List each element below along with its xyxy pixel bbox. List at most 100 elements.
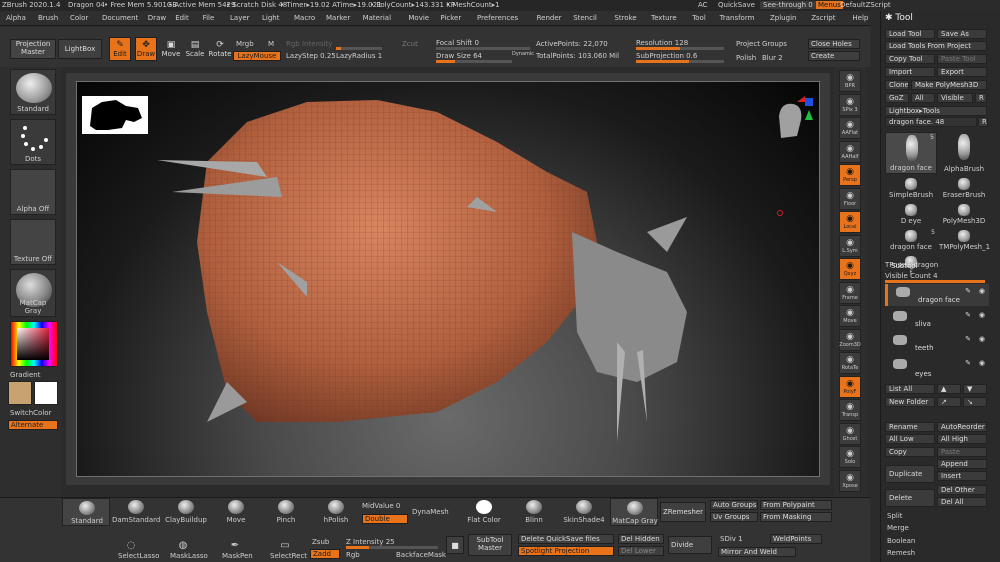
mrgb-button[interactable]: Mrgb — [236, 40, 254, 48]
material-2-button[interactable]: SkinShade4 — [560, 498, 608, 526]
menu-marker[interactable]: Marker — [326, 14, 350, 22]
goz-button[interactable]: GoZ — [885, 93, 909, 103]
remesh-section[interactable]: Remesh — [887, 549, 915, 557]
zcut-toggle[interactable]: Zcut — [402, 40, 418, 48]
shelf-persp-button[interactable]: ◉ Persp — [839, 164, 861, 186]
groups-button[interactable]: Groups — [762, 40, 787, 48]
alpha-picker[interactable]: Alpha Off — [10, 169, 56, 215]
eye-icon[interactable]: ◉ — [979, 311, 985, 319]
default-zscript-button[interactable]: DefaultZScript — [840, 1, 891, 9]
scale-button[interactable]: ▤ Scale — [184, 37, 206, 61]
brush-move-button[interactable]: Move — [212, 498, 260, 526]
menu-layer[interactable]: Layer — [230, 14, 250, 22]
copy-tool-button[interactable]: Copy Tool — [885, 54, 935, 64]
move-down-folder-button[interactable]: ↘ — [963, 397, 987, 407]
subtool-row[interactable]: sliva ◉ ✎ — [885, 308, 989, 330]
color-picker[interactable] — [10, 321, 58, 367]
menu-render[interactable]: Render — [537, 14, 562, 22]
menu-transform[interactable]: Transform — [720, 14, 755, 22]
paste-tool-button[interactable]: Paste Tool — [937, 54, 987, 64]
menu-stroke[interactable]: Stroke — [614, 14, 636, 22]
projection-master-button[interactable]: Projection Master — [10, 39, 56, 59]
menu-edit[interactable]: Edit — [175, 14, 189, 22]
orientation-gizmo-icon[interactable] — [767, 96, 817, 156]
shelf-zoom3d-button[interactable]: ◉ Zoom3D — [839, 328, 861, 351]
menu-zscript[interactable]: Zscript — [811, 14, 835, 22]
dynamic-toggle[interactable]: Dynamic — [512, 51, 534, 57]
paintbrush-icon[interactable]: ✎ — [965, 335, 971, 343]
menu-material[interactable]: Material — [363, 14, 391, 22]
subtool-row[interactable]: eyes ◉ ✎ — [885, 356, 989, 378]
shelf-xpose-button[interactable]: ◉ Xpose — [839, 469, 861, 492]
menu-picker[interactable]: Picker — [440, 14, 461, 22]
menu-document[interactable]: Document — [102, 14, 138, 22]
rotate-button[interactable]: ⟳ Rotate — [208, 37, 232, 61]
viewport-canvas[interactable] — [76, 81, 820, 477]
from-polypaint-button[interactable]: From Polypaint — [760, 500, 832, 510]
brush-claybuildup-button[interactable]: ClayBuildup — [162, 498, 210, 526]
subtool-header[interactable]: Subtool — [891, 262, 918, 270]
zadd-toggle[interactable]: Zadd — [310, 549, 340, 559]
spotlight-projection-toggle[interactable]: Spotlight Projection — [518, 546, 614, 556]
copy-subtool-button[interactable]: Copy — [885, 447, 935, 457]
menu-help[interactable]: Help — [852, 14, 868, 22]
ac-label[interactable]: AC — [698, 1, 708, 9]
secondary-color-swatch[interactable] — [34, 381, 58, 405]
sdiv-slider[interactable]: SDiv 1 — [720, 535, 743, 543]
shelf-lsym-button[interactable]: ◉ L.Sym — [839, 234, 861, 257]
menu-texture[interactable]: Texture — [651, 14, 677, 22]
paintbrush-icon[interactable]: ✎ — [965, 311, 971, 319]
material-picker[interactable]: MatCap Gray — [10, 269, 56, 317]
list-all-button[interactable]: List All — [885, 384, 935, 394]
shelf-solo-button[interactable]: ◉ Solo — [839, 446, 861, 468]
focal-shift-slider[interactable]: Focal Shift 0 — [436, 39, 479, 47]
resolution-slider[interactable]: Resolution 128 — [636, 39, 688, 47]
material-0-button[interactable]: Flat Color — [460, 498, 508, 526]
tool-7-thumbnail[interactable]: TMPolyMesh_1 — [939, 228, 990, 252]
move-up-button[interactable]: ▲ — [937, 384, 961, 394]
zsub-toggle[interactable]: Zsub — [312, 538, 329, 546]
clone-button[interactable]: Clone — [885, 80, 909, 90]
brush-hpolish-button[interactable]: hPolish — [312, 498, 360, 526]
material-1-button[interactable]: Blinn — [510, 498, 558, 526]
eye-icon[interactable]: ◉ — [979, 335, 985, 343]
paintbrush-icon[interactable]: ✎ — [965, 287, 971, 295]
quicksave-button[interactable]: QuickSave — [718, 1, 755, 9]
subtool-row[interactable]: dragon face ◉ ✎ — [885, 284, 989, 306]
brush-standard-button[interactable]: Standard — [62, 498, 110, 526]
shelf-floor-button[interactable]: ◉ Floor — [839, 187, 861, 210]
menu-preferences[interactable]: Preferences — [477, 14, 518, 22]
subtool-row[interactable]: teeth ◉ ✎ — [885, 332, 989, 354]
del-other-button[interactable]: Del Other — [937, 485, 987, 495]
brush-damstandard-button[interactable]: DamStandard — [112, 498, 160, 526]
stroke-picker[interactable]: Dots — [10, 119, 56, 165]
append-button[interactable]: Append — [937, 459, 987, 469]
rgb-toggle[interactable]: Rgb — [346, 551, 360, 559]
tool-4-thumbnail[interactable]: D eye — [885, 202, 937, 226]
menu-zplugin[interactable]: Zplugin — [770, 14, 796, 22]
shelf-xyz-button[interactable]: ◉ Qxyz — [839, 258, 861, 280]
shelf-aahalf-button[interactable]: ◉ AAHalf — [839, 140, 861, 163]
delete-quicksave-button[interactable]: Delete QuickSave files — [518, 534, 614, 544]
shelf-aaflat-button[interactable]: ◉ AAFlat — [839, 117, 861, 139]
weldpoints-button[interactable]: WeldPoints — [770, 534, 822, 544]
shelf-frame-button[interactable]: ◉ Frame — [839, 281, 861, 304]
mirror-and-weld-button[interactable]: Mirror And Weld — [718, 547, 796, 557]
save-as-button[interactable]: Save As — [937, 29, 987, 39]
draw-size-slider[interactable]: Draw Size 64 — [436, 52, 482, 60]
menu-light[interactable]: Light — [262, 14, 279, 22]
menu-macro[interactable]: Macro — [294, 14, 315, 22]
lightbox-tools-button[interactable]: Lightbox▸Tools — [885, 106, 987, 116]
lazystep-slider[interactable]: LazyStep 0.25 — [286, 52, 336, 60]
import-button[interactable]: Import — [885, 67, 935, 77]
rgb-intensity-slider[interactable]: Rgb Intensity — [286, 40, 332, 48]
brush-picker[interactable]: Standard — [10, 69, 56, 115]
paintbrush-icon[interactable]: ✎ — [965, 359, 971, 367]
shelf-polyf-button[interactable]: ◉ PolyF — [839, 375, 861, 398]
del-all-button[interactable]: Del All — [937, 497, 987, 507]
all-button[interactable]: All — [911, 93, 935, 103]
gradient-toggle[interactable]: Gradient — [10, 371, 40, 379]
material-3-button[interactable]: MatCap Gray — [610, 498, 658, 526]
uv-groups-button[interactable]: Uv Groups — [710, 512, 758, 522]
menu-color[interactable]: Color — [70, 14, 88, 22]
